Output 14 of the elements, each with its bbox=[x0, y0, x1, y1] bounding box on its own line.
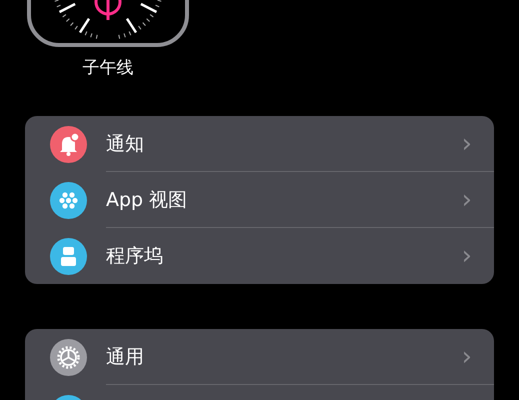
settings-row[interactable]: App 视图 › bbox=[25, 172, 494, 228]
row-label: App 视图 bbox=[106, 188, 188, 212]
settings-row[interactable]: 程序坞 › bbox=[25, 228, 494, 284]
settings-row[interactable]: 通知 › bbox=[25, 116, 494, 172]
row-label: 通知 bbox=[106, 132, 144, 156]
chevron-icon: › bbox=[462, 243, 472, 269]
chevron-icon: › bbox=[462, 186, 472, 212]
settings-row[interactable]: 通用 › bbox=[25, 329, 494, 385]
row-label: 通用 bbox=[106, 344, 144, 370]
chevron-icon: › bbox=[462, 130, 472, 156]
watch-face-name: 子午线 bbox=[82, 57, 134, 79]
chevron-icon: › bbox=[462, 344, 472, 370]
row-label: 程序坞 bbox=[106, 244, 163, 269]
watch-face-drawing[interactable] bbox=[26, 0, 190, 48]
